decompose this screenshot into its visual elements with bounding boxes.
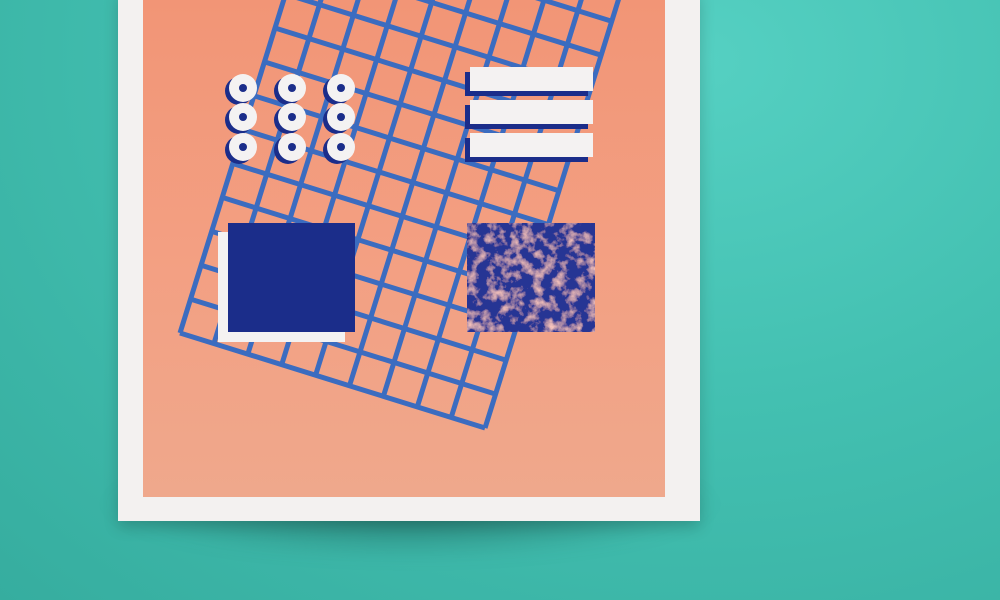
navy-square [228, 223, 355, 332]
dot-hole [239, 84, 247, 92]
textured-square [467, 223, 595, 332]
white-bar [470, 133, 593, 157]
white-bar [470, 67, 593, 91]
dot-hole [239, 143, 247, 151]
grid-line-vertical [414, 0, 568, 408]
dots-group [225, 74, 355, 164]
dot-hole [288, 84, 296, 92]
rotated-grid [177, 0, 636, 431]
grid-line-horizontal [179, 330, 486, 431]
dot-hole [337, 113, 345, 121]
bars-group [465, 67, 593, 162]
white-bar [470, 100, 593, 124]
dot-hole [288, 143, 296, 151]
dot-hole [239, 113, 247, 121]
artwork-svg [177, 0, 636, 431]
dot-hole [337, 143, 345, 151]
dot-hole [337, 84, 345, 92]
dot-hole [288, 113, 296, 121]
